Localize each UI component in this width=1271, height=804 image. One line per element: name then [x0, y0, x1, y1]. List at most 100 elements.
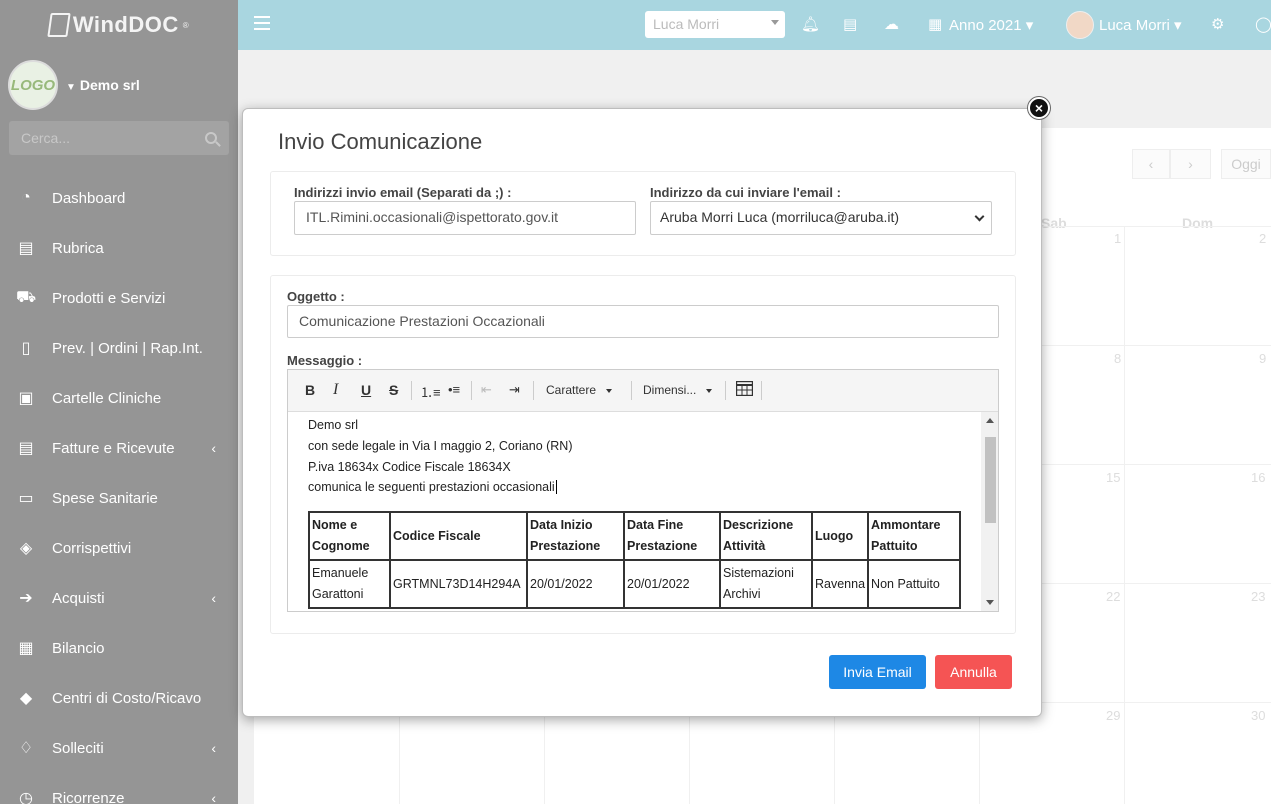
indent-icon[interactable]: ⇥	[509, 382, 520, 398]
scroll-down-icon[interactable]	[986, 600, 994, 605]
search-icon[interactable]	[205, 132, 217, 144]
calendar-prev-button[interactable]: ‹	[1132, 149, 1170, 179]
brand-name: WindDOC	[72, 12, 179, 37]
cell-text: Archivi	[723, 587, 761, 601]
sidebar-item-label: Spese Sanitarie	[52, 489, 158, 507]
company-switcher[interactable]: LOGO ▼ Demo srl	[0, 50, 238, 120]
sidebar-menu: ◔ Dashboard ▤ Rubrica ⛟ Prodotti e Servizi ▯ Pr…	[0, 173, 238, 804]
message-line: Demo srl	[308, 418, 359, 432]
sidebar-item-label: Bilancio	[52, 639, 105, 657]
message-editor[interactable]: B I U S ⒈≡ •≡ ⇤ ⇥ Carattere Dimensi... D…	[287, 369, 999, 612]
day-number: 15	[1106, 470, 1121, 485]
day-number: 29	[1106, 708, 1121, 723]
day-number: 22	[1106, 589, 1121, 604]
ordered-list-icon[interactable]: ⒈≡	[420, 382, 441, 401]
sidebar-item[interactable]: ▣ Cartelle Cliniche	[0, 373, 238, 423]
send-email-button[interactable]: Invia Email	[829, 655, 926, 689]
message-line: comunica le seguenti prestazioni occasio…	[308, 480, 557, 494]
receipt-icon[interactable]: ▤	[843, 15, 857, 33]
share-icon[interactable]: ⚙	[1211, 15, 1224, 33]
sidebar-item[interactable]: ▤ Rubrica	[0, 223, 238, 273]
font-family-dropdown[interactable]: Carattere	[546, 383, 613, 397]
calendar-next-button[interactable]: ›	[1170, 149, 1211, 179]
day-number: 23	[1251, 589, 1266, 604]
chevron-left-icon: ‹	[211, 740, 216, 756]
outdent-icon[interactable]: ⇤	[481, 382, 492, 398]
year-selector[interactable]: Anno 2021 ▾	[949, 16, 1033, 34]
sidebar-item-label: Dashboard	[52, 189, 126, 207]
message-panel: Oggetto : Comunicazione Prestazioni Occa…	[270, 275, 1016, 634]
underline-button[interactable]: U	[361, 382, 371, 398]
table-row: Emanuele Garattoni GRTMNL73D14H294A 20/01/2…	[308, 559, 962, 609]
header-text: Nome e	[312, 518, 358, 532]
next-icon: ›	[1188, 156, 1193, 172]
calendar-icon: ▦	[928, 16, 943, 33]
header-text: Data Fine	[627, 518, 684, 532]
table-header-cell: Nome e Cognome	[308, 511, 391, 561]
search-placeholder: Cerca...	[21, 130, 71, 146]
chat-icon[interactable]: ◯	[1255, 15, 1271, 33]
header-text: Prestazione	[530, 539, 601, 553]
subject-input[interactable]: Comunicazione Prestazioni Occazionali	[287, 305, 999, 338]
strikethrough-button[interactable]: S	[389, 382, 398, 398]
modal-close-button[interactable]: ×	[1028, 97, 1050, 119]
bold-button[interactable]: B	[305, 382, 315, 398]
sidebar-item[interactable]: ➔ Acquisti ‹	[0, 573, 238, 623]
sidebar-item-label: Centri di Costo/Ricavo	[52, 689, 202, 707]
sidebar-item[interactable]: ♢ Solleciti ‹	[0, 723, 238, 773]
table-cell: Sistemazioni Archivi	[719, 559, 813, 609]
header-text: Codice Fiscale	[393, 528, 481, 543]
table-header-cell: Luogo	[810, 511, 870, 561]
message-label: Messaggio :	[287, 353, 363, 368]
dashboard-icon: ◔	[21, 189, 31, 206]
sidebar-item[interactable]: ◷ Ricorrenze ‹	[0, 773, 238, 804]
sidebar-item[interactable]: ▦ Bilancio	[0, 623, 238, 673]
weekday-sun: Dom	[1182, 215, 1214, 231]
email-to-input[interactable]: ITL.Rimini.occasionali@ispettorato.gov.i…	[294, 201, 636, 235]
font-size-dropdown[interactable]: Dimensi...	[643, 383, 713, 397]
calendar-today-button[interactable]: Oggi	[1221, 149, 1271, 179]
brand-logo[interactable]: WindDOC ®	[0, 0, 238, 50]
table-header-cell: Codice Fiscale	[389, 511, 528, 561]
sidebar-item[interactable]: ▤ Fatture e Ricevute ‹	[0, 423, 238, 473]
modal-title: Invio Comunicazione	[278, 129, 483, 154]
ticket-icon: ◈	[19, 540, 33, 557]
editor-scrollbar[interactable]	[981, 412, 998, 611]
cell-text: 20/01/2022	[530, 576, 593, 591]
editor-content[interactable]: Demo srl con sede legale in Via I maggio…	[288, 412, 982, 611]
unordered-list-icon[interactable]: •≡	[448, 382, 460, 397]
cancel-button[interactable]: Annulla	[935, 655, 1012, 689]
cell-text: 20/01/2022	[627, 576, 690, 591]
sidebar-item[interactable]: ◈ Corrispettivi	[0, 523, 238, 573]
chevron-down-icon	[771, 20, 779, 25]
sidebar-item[interactable]: ▯ Prev. | Ordini | Rap.Int.	[0, 323, 238, 373]
sidebar-item[interactable]: ⛟ Prodotti e Servizi	[0, 273, 238, 323]
sidebar-item[interactable]: ◆ Centri di Costo/Ricavo	[0, 673, 238, 723]
italic-button[interactable]: I	[333, 381, 338, 399]
scroll-thumb[interactable]	[985, 437, 996, 523]
company-logo-text: LOGO	[10, 76, 56, 94]
table-icon[interactable]	[735, 380, 754, 399]
font-family-label: Carattere	[546, 383, 597, 397]
day-number: 8	[1114, 351, 1122, 366]
email-from-select[interactable]: Aruba Morri Luca (morriluca@aruba.it)	[650, 201, 992, 235]
bell-icon[interactable]: 🔔︎	[801, 15, 820, 33]
editor-toolbar: B I U S ⒈≡ •≡ ⇤ ⇥ Carattere Dimensi...	[288, 370, 998, 412]
email-addresses-panel: Indirizzi invio email (Separati da ;) : …	[270, 171, 1016, 256]
user-select[interactable]: Luca Morri	[645, 11, 785, 38]
user-avatar[interactable]	[1066, 11, 1094, 39]
sidebar-search[interactable]: Cerca...	[9, 121, 229, 155]
scroll-up-icon[interactable]	[986, 418, 994, 423]
email-from-value: Aruba Morri Luca (morriluca@aruba.it)	[660, 209, 900, 225]
sidebar-item[interactable]: ▭ Spese Sanitarie	[0, 473, 238, 523]
menu-toggle-icon[interactable]	[254, 16, 270, 30]
user-menu[interactable]: Luca Morri ▾	[1099, 16, 1182, 34]
chevron-left-icon: ‹	[211, 590, 216, 606]
id-card-icon: ▭	[18, 490, 34, 507]
close-icon: ×	[1034, 100, 1044, 116]
cloud-upload-icon[interactable]: ☁	[884, 15, 899, 33]
sidebar-item[interactable]: ◔ Dashboard	[0, 173, 238, 223]
sidebar-item-label: Prodotti e Servizi	[52, 289, 166, 307]
send-communication-modal: Invio Comunicazione Indirizzi invio emai…	[242, 108, 1042, 717]
sidebar-item-label: Solleciti	[52, 739, 104, 757]
